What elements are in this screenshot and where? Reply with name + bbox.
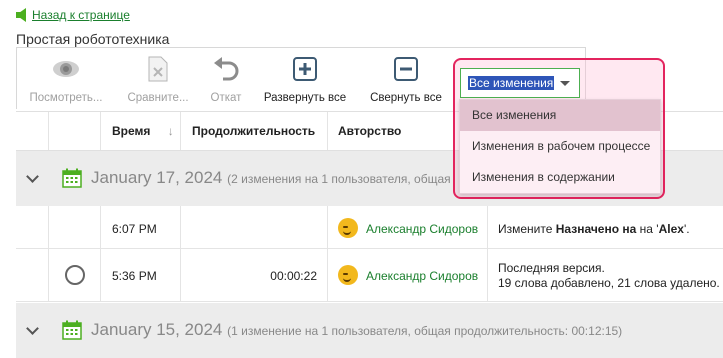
expand-all-button[interactable]: Развернуть все — [261, 48, 349, 108]
view-button[interactable]: Посмотреть... — [25, 48, 107, 108]
table-row[interactable]: 5:36 PM 00:00:22 Александр Сидоров После… — [16, 249, 723, 302]
back-arrow-icon — [16, 8, 26, 22]
row-radio[interactable] — [65, 265, 85, 285]
eye-icon — [52, 56, 80, 82]
group-date: January 15, 2024 — [91, 320, 223, 339]
calendar-icon — [62, 320, 82, 340]
compare-button-label: Сравните... — [127, 92, 189, 104]
filter-dropdown-list: Все изменения Изменения в рабочем процес… — [459, 99, 661, 194]
compare-doc-icon — [148, 56, 168, 82]
filter-selected-value: Все изменения — [468, 76, 555, 90]
plus-square-icon — [293, 56, 317, 82]
back-link-label[interactable]: Назад к странице — [32, 8, 130, 22]
chevron-down-icon[interactable] — [560, 81, 570, 86]
filter-select[interactable]: Все изменения — [460, 68, 580, 98]
undo-icon — [212, 56, 240, 82]
minus-square-icon — [394, 56, 418, 82]
collapse-all-button[interactable]: Свернуть все — [367, 48, 445, 108]
group-summary: (2 изменения на 1 пользователя, общая — [227, 172, 451, 186]
column-time-label: Время — [112, 124, 151, 138]
filter-option-all[interactable]: Все изменения — [460, 100, 660, 131]
sort-down-icon: ↓ — [167, 124, 174, 138]
group-row[interactable]: January 15, 2024 (1 изменение на 1 польз… — [16, 303, 723, 358]
row-author[interactable]: Александр Сидоров — [366, 222, 478, 236]
compare-button[interactable]: Сравните... — [120, 48, 196, 108]
row-change: Измените Назначено на на 'Alex'. — [498, 222, 690, 236]
column-author[interactable]: Авторство — [338, 112, 401, 150]
filter-option-workflow[interactable]: Изменения в рабочем процессе — [460, 131, 660, 162]
filter-option-content[interactable]: Изменения в содержании — [460, 162, 660, 193]
chevron-down-icon[interactable] — [26, 322, 39, 335]
table-row[interactable]: 6:07 PM Александр Сидоров Измените Назна… — [16, 206, 723, 249]
avatar — [338, 265, 358, 285]
revert-button-label: Откат — [210, 92, 242, 104]
row-author[interactable]: Александр Сидоров — [366, 269, 478, 283]
chevron-down-icon[interactable] — [26, 170, 39, 183]
avatar — [338, 218, 358, 238]
row-time: 5:36 PM — [112, 269, 157, 283]
collapse-all-label: Свернуть все — [370, 92, 442, 104]
back-link[interactable]: Назад к странице — [16, 8, 130, 22]
row-change: Последняя версия. 19 слова добавлено, 21… — [498, 261, 720, 290]
revert-button[interactable]: Откат — [201, 48, 251, 108]
row-duration: 00:00:22 — [270, 269, 317, 283]
group-date: January 17, 2024 — [91, 168, 223, 187]
column-duration[interactable]: Продолжительность — [192, 112, 315, 150]
expand-all-label: Развернуть все — [263, 92, 347, 104]
group-summary: (1 изменение на 1 пользователя, общая пр… — [227, 324, 623, 338]
row-time: 6:07 PM — [112, 222, 157, 236]
calendar-icon — [62, 168, 82, 188]
column-time[interactable]: Время ↓ — [112, 112, 174, 150]
page-title: Простая робототехника — [16, 31, 170, 47]
view-button-label: Посмотреть... — [29, 92, 103, 104]
